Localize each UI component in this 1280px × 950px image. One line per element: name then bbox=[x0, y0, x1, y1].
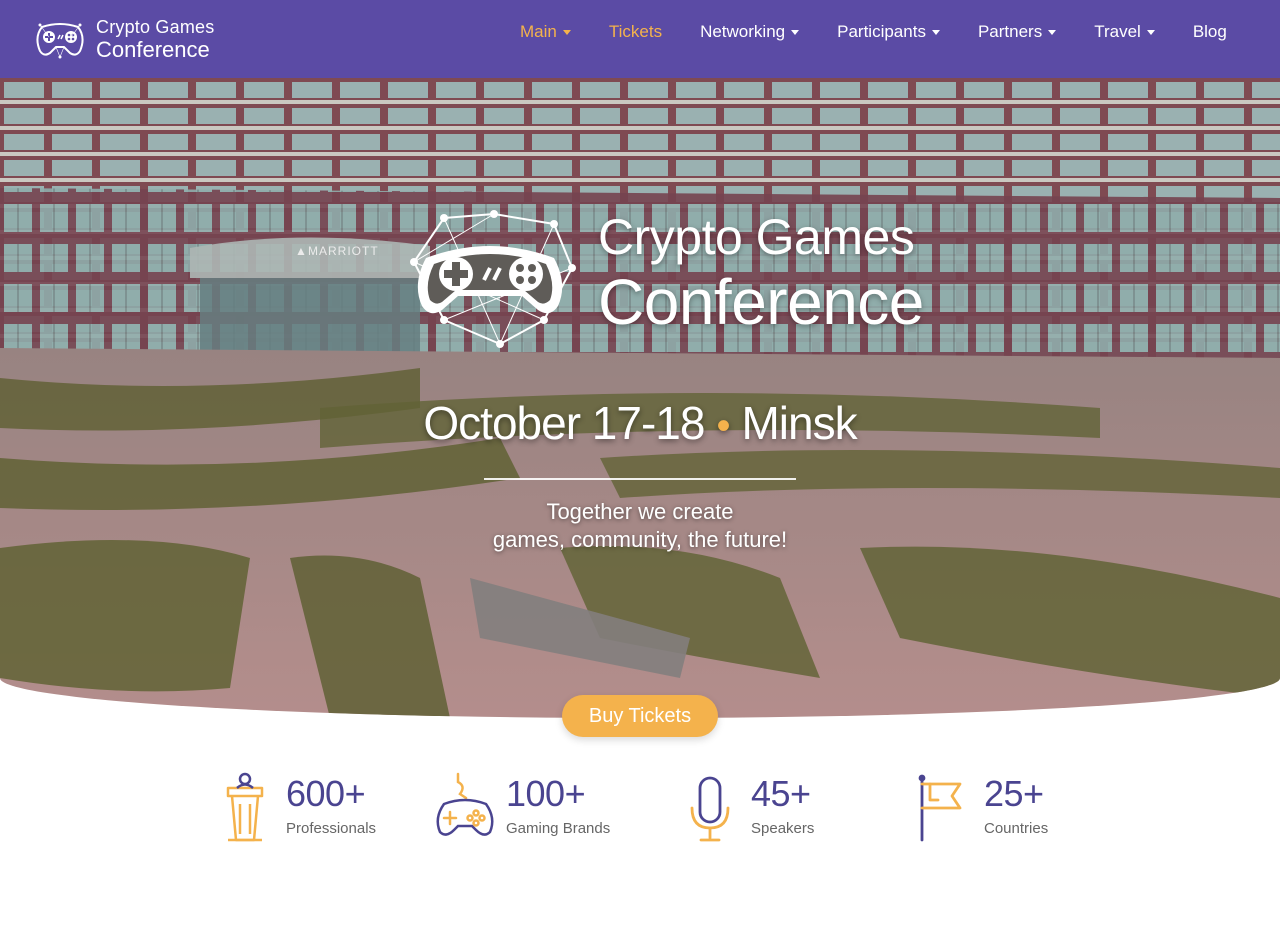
event-date-location: October 17-18 • Minsk bbox=[0, 396, 1280, 450]
stat-value: 45+ bbox=[751, 772, 811, 814]
event-city: Minsk bbox=[741, 397, 857, 449]
hero-title-line2: Conference bbox=[598, 266, 924, 338]
nav-tickets-label: Tickets bbox=[608, 22, 663, 41]
nav-main-label: Main bbox=[520, 22, 557, 41]
microphone-icon bbox=[690, 776, 730, 842]
caret-down-icon bbox=[1048, 29, 1057, 35]
tagline-line2: games, community, the future! bbox=[492, 527, 788, 552]
stat-label: Professionals bbox=[286, 819, 377, 837]
tagline-line1: Together we create bbox=[546, 499, 734, 524]
stats-section: 600+ Professionals 100+ Gaming Brands 45… bbox=[0, 770, 1280, 860]
caret-down-icon bbox=[791, 29, 800, 35]
main-nav: Main Tickets Networking Participants Par… bbox=[520, 0, 1265, 64]
caret-down-icon bbox=[562, 29, 571, 35]
nav-travel-label: Travel bbox=[1094, 22, 1141, 41]
hero-title: Crypto Games Conference bbox=[598, 212, 924, 334]
gamepad-network-icon bbox=[410, 210, 576, 348]
stat-label: Gaming Brands bbox=[506, 819, 611, 837]
separator-dot: • bbox=[716, 404, 730, 448]
brand-link[interactable]: Crypto Games Conference bbox=[34, 13, 214, 65]
top-navbar: Crypto Games Conference Main Tickets Net… bbox=[0, 0, 1280, 78]
hero-title-line1: Crypto Games bbox=[598, 209, 915, 265]
nav-participants[interactable]: Participants bbox=[837, 0, 940, 64]
nav-partners-label: Partners bbox=[977, 22, 1043, 41]
nav-blog-label: Blog bbox=[1192, 22, 1227, 41]
nav-tickets[interactable]: Tickets bbox=[609, 0, 662, 64]
nav-participants-label: Participants bbox=[837, 22, 926, 41]
gamepad-logo-icon bbox=[36, 23, 84, 59]
event-date: October 17-18 bbox=[423, 397, 705, 449]
nav-networking-label: Networking bbox=[700, 22, 786, 41]
brand-line2: Conference bbox=[96, 36, 210, 62]
nav-travel[interactable]: Travel bbox=[1094, 0, 1155, 64]
buy-tickets-button[interactable]: Buy Tickets bbox=[562, 695, 718, 737]
caret-down-icon bbox=[931, 29, 940, 35]
stat-text: 45+ Speakers bbox=[751, 772, 815, 837]
stat-text: 25+ Countries bbox=[984, 772, 1049, 837]
stat-value: 100+ bbox=[506, 772, 586, 814]
stat-countries: 25+ Countries bbox=[908, 770, 1048, 842]
brand-name: Crypto Games Conference bbox=[96, 18, 214, 61]
stat-value: 600+ bbox=[286, 772, 366, 814]
nav-main[interactable]: Main bbox=[520, 0, 571, 64]
nav-blog[interactable]: Blog bbox=[1193, 0, 1227, 64]
hero-tagline: Together we create games, community, the… bbox=[0, 498, 1280, 554]
stat-text: 100+ Gaming Brands bbox=[506, 772, 611, 837]
stat-text: 600+ Professionals bbox=[286, 772, 377, 837]
stat-label: Speakers bbox=[751, 819, 815, 837]
nav-partners[interactable]: Partners bbox=[977, 0, 1057, 64]
hero-divider bbox=[484, 478, 796, 480]
stat-label: Countries bbox=[984, 819, 1049, 837]
stat-speakers: 45+ Speakers bbox=[675, 770, 814, 842]
stat-gaming-brands: 100+ Gaming Brands bbox=[430, 770, 610, 842]
brand-line1: Crypto Games bbox=[96, 16, 215, 37]
stat-value: 25+ bbox=[984, 772, 1044, 814]
podium-icon bbox=[226, 772, 264, 842]
flag-icon bbox=[918, 774, 962, 842]
hero-section: ▲ MARRIOTT Crypto Games Conference Octob… bbox=[0, 78, 1280, 718]
gamepad-icon bbox=[436, 772, 494, 836]
nav-networking[interactable]: Networking bbox=[700, 0, 800, 64]
stat-professionals: 600+ Professionals bbox=[210, 770, 376, 842]
caret-down-icon bbox=[1146, 29, 1155, 35]
